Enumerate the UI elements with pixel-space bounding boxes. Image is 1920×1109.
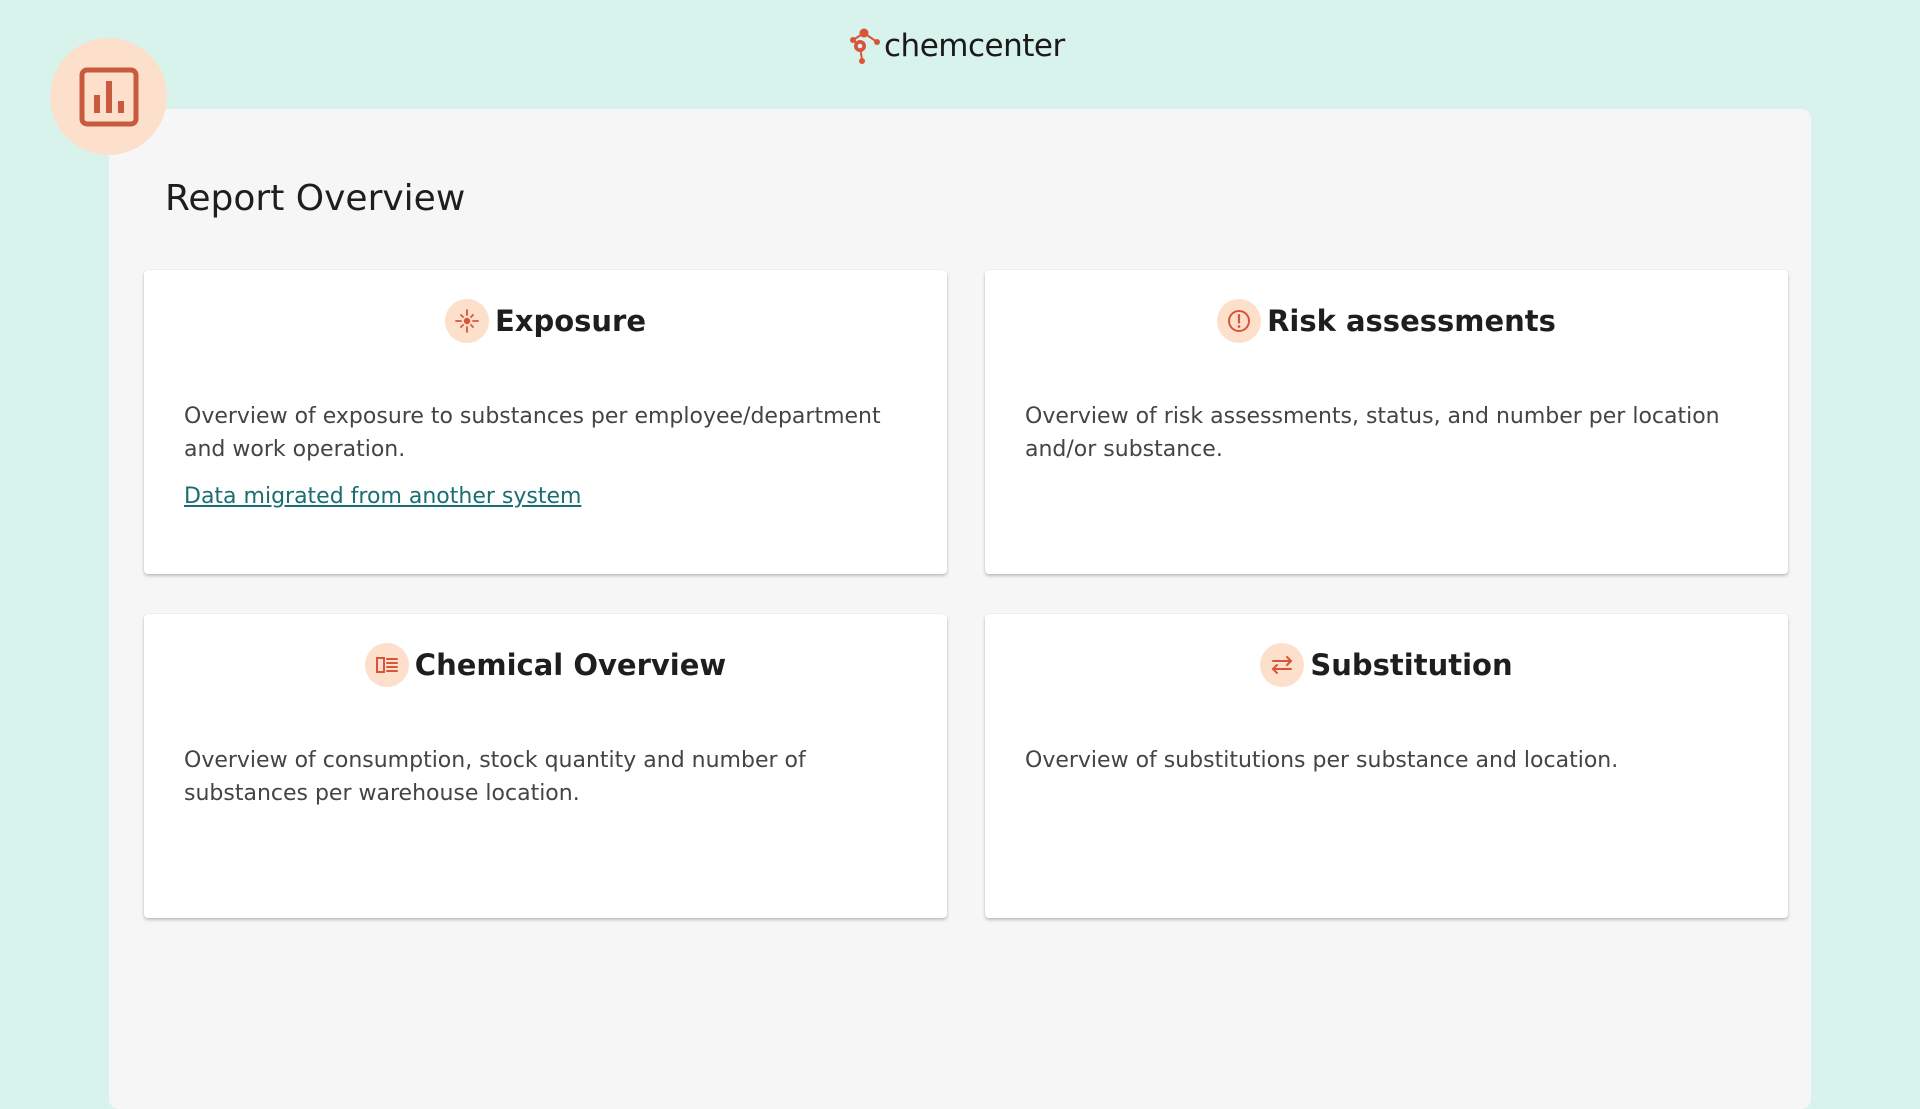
card-title: Exposure bbox=[494, 304, 647, 338]
card-header: Chemical Overview bbox=[144, 642, 947, 688]
bar-chart-icon bbox=[79, 67, 138, 126]
report-card-exposure[interactable]: Exposure Overview of exposure to substan… bbox=[144, 270, 947, 574]
card-description: Overview of exposure to substances per e… bbox=[184, 404, 881, 462]
card-icon-wrap bbox=[1217, 299, 1262, 343]
alert-circle-icon bbox=[1228, 310, 1251, 332]
header: chemcenter bbox=[0, 0, 1920, 108]
brand-name: chemcenter bbox=[884, 28, 1065, 64]
page-avatar bbox=[50, 38, 167, 155]
card-description: Overview of substitutions per substance … bbox=[1025, 748, 1619, 773]
swap-icon bbox=[1272, 656, 1293, 674]
card-title: Substitution bbox=[1310, 648, 1513, 682]
card-icon-wrap bbox=[364, 643, 409, 687]
page-title: Report Overview bbox=[165, 178, 466, 219]
card-title: Risk assessments bbox=[1267, 304, 1556, 338]
card-icon-wrap bbox=[1260, 643, 1305, 687]
report-card-risk-assessments[interactable]: Risk assessments Overview of risk assess… bbox=[985, 270, 1788, 574]
report-card-chemical-overview[interactable]: Chemical Overview Overview of consumptio… bbox=[144, 614, 947, 918]
exposure-icon bbox=[455, 309, 479, 333]
card-header: Substitution bbox=[985, 642, 1788, 688]
logo-mark-icon bbox=[850, 28, 880, 64]
chemcenter-logo[interactable]: chemcenter bbox=[844, 24, 1065, 68]
card-icon-wrap bbox=[444, 299, 489, 343]
card-title: Chemical Overview bbox=[414, 648, 727, 682]
report-card-substitution[interactable]: Substitution Overview of substitutions p… bbox=[985, 614, 1788, 918]
card-header: Risk assessments bbox=[985, 298, 1788, 344]
card-header: Exposure bbox=[144, 298, 947, 344]
list-icon bbox=[375, 657, 398, 673]
card-description: Overview of consumption, stock quantity … bbox=[184, 748, 806, 806]
card-description: Overview of risk assessments, status, an… bbox=[1025, 404, 1720, 462]
main-panel bbox=[109, 109, 1811, 1109]
data-migrated-link[interactable]: Data migrated from another system bbox=[184, 484, 581, 509]
